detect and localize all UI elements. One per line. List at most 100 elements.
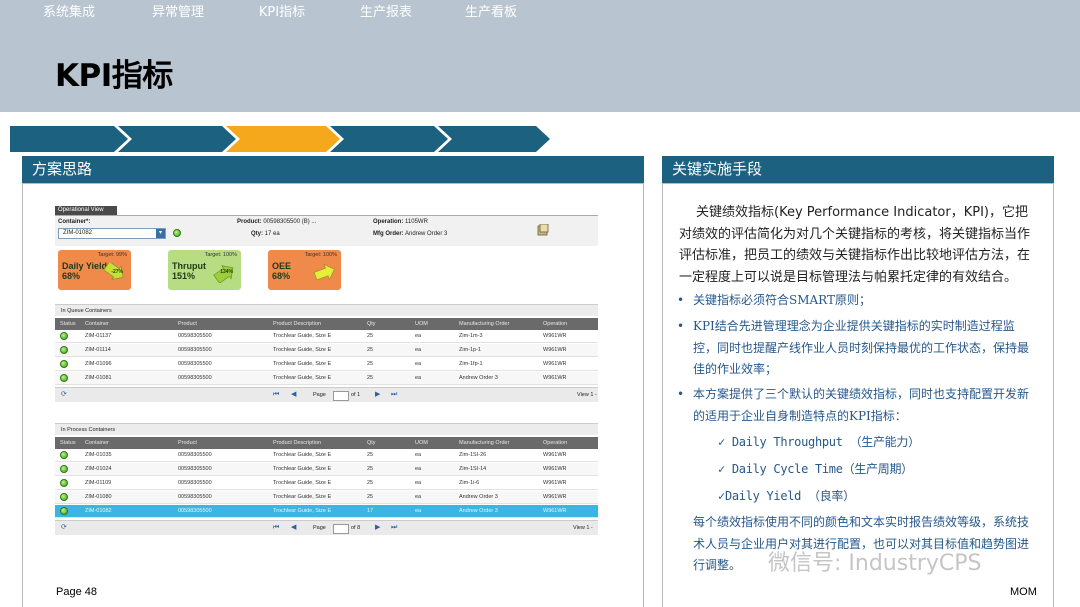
container-label: Container*: <box>58 219 91 225</box>
column-header[interactable]: Product <box>178 437 197 449</box>
status-ok-icon <box>60 346 68 354</box>
nav-item-kpi[interactable]: KPI指标 <box>232 0 332 26</box>
column-header[interactable]: Operation <box>543 318 567 330</box>
trend-flat-arrow-icon <box>313 263 335 281</box>
page-number-input[interactable] <box>333 391 349 401</box>
kpi-tile-oee[interactable]: Target: 100% OEE 68% <box>268 250 341 290</box>
status-ok-icon <box>173 229 181 237</box>
table-cell: Trochlear Guide, Size E <box>273 361 332 367</box>
nav-item-exception[interactable]: 异常管理 <box>128 0 228 26</box>
table-row[interactable]: ZIM-01081 00598305500 Trochlear Guide, Siz… <box>55 372 598 385</box>
bullet-item: • 关键指标必须符合SMART原则； <box>677 290 1033 312</box>
column-header[interactable]: Product Description <box>273 437 321 449</box>
check-icon: ✓ <box>718 489 725 503</box>
column-header[interactable]: UOM <box>415 437 428 449</box>
first-page-icon[interactable]: ⏮ <box>273 523 279 533</box>
table-cell: 25 <box>367 333 374 339</box>
table-cell: Andrew Order 3 <box>459 508 498 514</box>
next-page-icon[interactable]: ▶ <box>375 523 380 533</box>
nav-item-bg <box>118 126 236 152</box>
table-cell: 00598305500 <box>178 347 212 353</box>
table-cell: 25 <box>367 452 374 458</box>
column-header[interactable]: Manufacturing Order <box>459 437 509 449</box>
operational-view-tab[interactable]: Operational View <box>55 206 117 215</box>
table-cell: Zim-1p-1 <box>459 347 482 353</box>
refresh-icon[interactable]: ⟳ <box>61 523 67 533</box>
last-page-icon[interactable]: ⏭ <box>391 390 397 400</box>
view-range-label: View 1 - <box>573 525 593 531</box>
table-row[interactable]: ZIM-01096 00598305500 Trochlear Guide, Siz… <box>55 358 598 371</box>
table-cell: Zim-1SI-14 <box>459 466 487 472</box>
bullet-dot-icon: • <box>677 293 685 307</box>
kpi-tile-thruput[interactable]: Target: 100% Thruput 151% 134% <box>168 250 241 290</box>
kpi-trend-percent: 134% <box>220 269 233 275</box>
first-page-icon[interactable]: ⏮ <box>273 390 279 400</box>
table-cell: Trochlear Guide, Size E <box>273 452 332 458</box>
nav-item-reports[interactable]: 生产报表 <box>336 0 436 26</box>
column-header[interactable]: Manufacturing Order <box>459 318 509 330</box>
table-cell: W961WR <box>543 333 567 339</box>
queue-pager: ⟳ ⏮ ◀ Page of 1 ▶ ⏭ View 1 - <box>55 387 598 402</box>
kpi-value: 68% <box>272 271 291 281</box>
table-row[interactable]: ZIM-01082 00598305500 Trochlear Guide, Siz… <box>55 505 598 518</box>
container-select[interactable]: ZIM-01082 ▾ <box>58 228 166 239</box>
table-cell: 25 <box>367 466 374 472</box>
kpi-target: Target: 99% <box>97 252 127 258</box>
table-cell: ZIM-01082 <box>85 508 112 514</box>
table-cell: W961WR <box>543 361 567 367</box>
view-range-label: View 1 - <box>577 392 597 398</box>
table-cell: ZIM-01024 <box>85 466 112 472</box>
table-row[interactable]: ZIM-01035 00598305500 Trochlear Guide, Siz… <box>55 449 598 462</box>
table-cell: Trochlear Guide, Size E <box>273 333 332 339</box>
table-cell: Zim-1i-6 <box>459 480 480 486</box>
table-cell: W961WR <box>543 494 567 500</box>
check-icon: ✓ <box>718 435 732 449</box>
table-cell: ZIM-01035 <box>85 452 112 458</box>
refresh-icon[interactable]: ⟳ <box>61 390 67 400</box>
table-cell: Zim-1fp-1 <box>459 361 483 367</box>
footer-label: MOM <box>1010 586 1037 598</box>
next-page-icon[interactable]: ▶ <box>375 390 380 400</box>
table-row[interactable]: ZIM-01080 00598305500 Trochlear Guide, Siz… <box>55 491 598 504</box>
column-header[interactable]: Qty <box>367 437 376 449</box>
operation-label: Operation: <box>373 219 404 225</box>
chevron-down-icon[interactable]: ▾ <box>156 229 165 238</box>
column-header[interactable]: Product Description <box>273 318 321 330</box>
table-row[interactable]: ZIM-01109 00598305500 Trochlear Guide, Siz… <box>55 477 598 490</box>
nav-item-integration[interactable]: 系统集成 <box>10 0 128 26</box>
nav-item-dashboard[interactable]: 生产看板 <box>442 0 540 26</box>
table-cell: ZIM-01081 <box>85 375 112 381</box>
table-cell: Trochlear Guide, Size E <box>273 480 332 486</box>
table-cell: ZIM-01109 <box>85 480 112 486</box>
table-cell: 00598305500 <box>178 480 212 486</box>
table-row[interactable]: ZIM-01114 00598305500 Trochlear Guide, Siz… <box>55 344 598 357</box>
column-header[interactable]: UOM <box>415 318 428 330</box>
column-header[interactable]: Operation <box>543 437 567 449</box>
kpi-target: Target: 100% <box>204 252 237 258</box>
column-header[interactable]: Qty <box>367 318 376 330</box>
bullet-item: • 本方案提供了三个默认的关键绩效指标，同时也支持配置开发新的适用于企业自身制造特… <box>677 384 1035 427</box>
table-row[interactable]: ZIM-01137 00598305500 Trochlear Guide, Siz… <box>55 330 598 343</box>
page-number-input[interactable] <box>333 524 349 534</box>
column-header[interactable]: Container <box>85 318 109 330</box>
column-header[interactable]: Container <box>85 437 109 449</box>
table-cell: 25 <box>367 375 374 381</box>
column-header[interactable]: Status <box>60 437 76 449</box>
right-panel-title: 关键实施手段 <box>662 156 1054 183</box>
kpi-value: 68% <box>62 271 81 281</box>
notes-icon[interactable] <box>537 224 549 236</box>
table-cell: 00598305500 <box>178 333 212 339</box>
process-section-title: In Process Containers <box>55 423 598 435</box>
column-header[interactable]: Product <box>178 318 197 330</box>
table-row[interactable]: ZIM-01024 00598305500 Trochlear Guide, Siz… <box>55 463 598 476</box>
column-header[interactable]: Status <box>60 318 76 330</box>
last-page-icon[interactable]: ⏭ <box>391 523 397 533</box>
status-ok-icon <box>60 479 68 487</box>
prev-page-icon[interactable]: ◀ <box>291 390 296 400</box>
table-cell: 25 <box>367 494 374 500</box>
page-number: Page 48 <box>56 586 97 598</box>
table-cell: 17 <box>367 508 374 514</box>
operation-value: 1105WR <box>405 219 428 225</box>
prev-page-icon[interactable]: ◀ <box>291 523 296 533</box>
kpi-tile-daily-yield[interactable]: Target: 99% Daily Yield 68% -27% <box>58 250 131 290</box>
